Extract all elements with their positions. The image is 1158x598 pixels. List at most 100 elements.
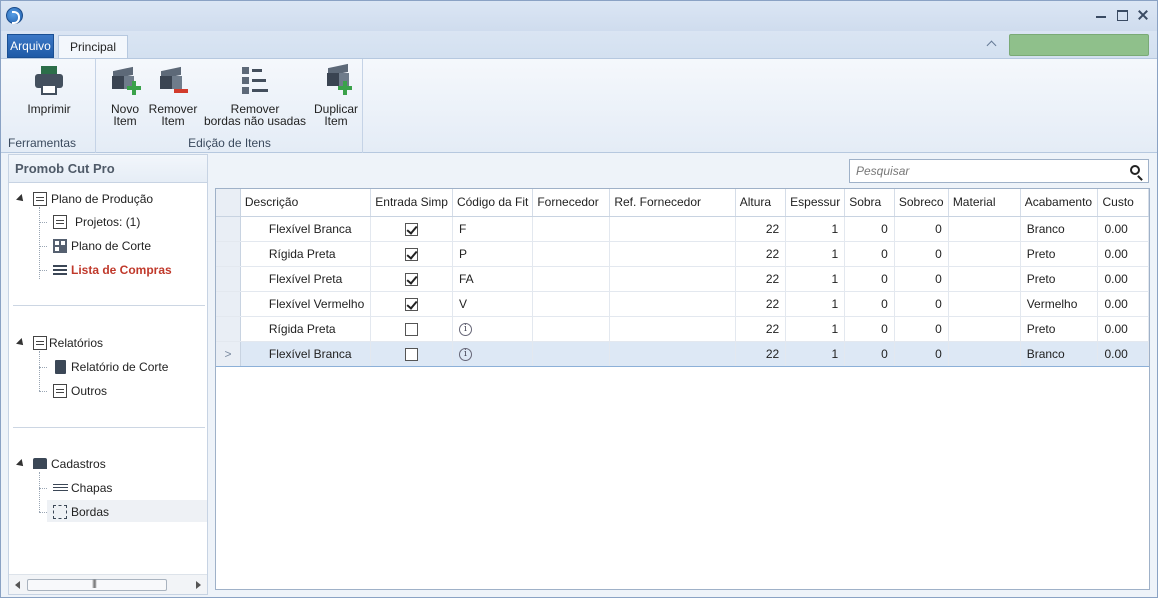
- search-input[interactable]: [854, 161, 1114, 181]
- codigo-cell[interactable]: F: [452, 216, 534, 242]
- checkbox[interactable]: [405, 347, 419, 361]
- altura-cell[interactable]: 22: [735, 216, 787, 242]
- entrada-checkbox-cell[interactable]: [370, 241, 453, 267]
- desc-cell[interactable]: Flexível Vermelho: [240, 291, 372, 317]
- desc-cell[interactable]: Flexível Branca: [240, 216, 372, 242]
- custo-cell[interactable]: 0.00: [1097, 340, 1149, 367]
- altura-cell[interactable]: 22: [735, 316, 787, 342]
- fornecedor-cell[interactable]: [532, 241, 611, 267]
- custo-cell[interactable]: 0.00: [1097, 291, 1149, 317]
- material-cell[interactable]: [948, 291, 1021, 317]
- table-row[interactable]: Rígida Preta i 22 1 0 0 Preto 0.00: [216, 316, 1149, 342]
- sobreco-cell[interactable]: 0: [894, 291, 949, 317]
- entrada-checkbox-cell[interactable]: [370, 266, 453, 292]
- codigo-cell[interactable]: FA: [452, 266, 534, 292]
- espessura-cell[interactable]: 1: [785, 266, 846, 292]
- column-header[interactable]: Sobreco: [894, 189, 949, 217]
- acabamento-cell[interactable]: Preto: [1020, 316, 1099, 342]
- duplicate-item-button[interactable]: Duplicar Item: [311, 63, 361, 127]
- ref-cell[interactable]: [609, 340, 736, 367]
- desc-cell[interactable]: Flexível Preta: [240, 266, 372, 292]
- fornecedor-cell[interactable]: [532, 291, 611, 317]
- row-header[interactable]: >: [216, 340, 241, 367]
- tree-item-bordas[interactable]: Bordas: [53, 502, 203, 522]
- expand-arrow-icon[interactable]: [16, 459, 26, 469]
- fornecedor-cell[interactable]: [532, 266, 611, 292]
- codigo-cell[interactable]: V: [452, 291, 534, 317]
- acabamento-cell[interactable]: Preto: [1020, 266, 1099, 292]
- altura-cell[interactable]: 22: [735, 291, 787, 317]
- sobreco-cell[interactable]: 0: [894, 241, 949, 267]
- acabamento-cell[interactable]: Branco: [1020, 216, 1099, 242]
- remove-item-button[interactable]: Remover Item: [147, 65, 199, 127]
- table-row[interactable]: Rígida Preta P 22 1 0 0 Preto 0.00: [216, 241, 1149, 267]
- custo-cell[interactable]: 0.00: [1097, 216, 1149, 242]
- remove-unused-edges-button[interactable]: Remover bordas não usadas: [203, 65, 307, 127]
- column-header[interactable]: Fornecedor: [532, 189, 611, 217]
- ref-cell[interactable]: [609, 291, 736, 317]
- ref-cell[interactable]: [609, 266, 736, 292]
- tree-node-relatorios[interactable]: Relatórios: [16, 333, 197, 353]
- material-cell[interactable]: [948, 266, 1021, 292]
- scroll-right-icon[interactable]: [196, 581, 201, 589]
- row-header[interactable]: [216, 266, 241, 292]
- tree-node-cadastros[interactable]: Cadastros: [16, 454, 197, 474]
- column-header[interactable]: Sobra: [844, 189, 895, 217]
- espessura-cell[interactable]: 1: [785, 316, 846, 342]
- fornecedor-cell[interactable]: [532, 216, 611, 242]
- tree-item-outros[interactable]: Outros: [53, 381, 203, 401]
- altura-cell[interactable]: 22: [735, 241, 787, 267]
- fornecedor-cell[interactable]: [532, 316, 611, 342]
- sobra-cell[interactable]: 0: [844, 340, 895, 367]
- row-header[interactable]: [216, 291, 241, 317]
- expand-arrow-icon[interactable]: [16, 194, 26, 204]
- tree-item-relatorio-corte[interactable]: Relatório de Corte: [53, 357, 203, 377]
- sobreco-cell[interactable]: 0: [894, 216, 949, 242]
- checkbox[interactable]: [405, 272, 419, 286]
- espessura-cell[interactable]: 1: [785, 291, 846, 317]
- row-header[interactable]: [216, 216, 241, 242]
- altura-cell[interactable]: 22: [735, 266, 787, 292]
- espessura-cell[interactable]: 1: [785, 241, 846, 267]
- row-header[interactable]: [216, 241, 241, 267]
- tree-item-plano-corte[interactable]: Plano de Corte: [53, 236, 203, 256]
- custo-cell[interactable]: 0.00: [1097, 316, 1149, 342]
- app-logo-icon[interactable]: [6, 7, 23, 24]
- acabamento-cell[interactable]: Vermelho: [1020, 291, 1099, 317]
- column-header[interactable]: Acabamento: [1020, 189, 1099, 217]
- desc-cell[interactable]: Rígida Preta: [240, 241, 372, 267]
- ref-cell[interactable]: [609, 241, 736, 267]
- tree-node-plano-producao[interactable]: Plano de Produção: [16, 189, 197, 209]
- checkbox[interactable]: [405, 247, 419, 261]
- print-button[interactable]: Imprimir: [23, 65, 75, 115]
- codigo-cell[interactable]: P: [452, 241, 534, 267]
- maximize-icon[interactable]: [1116, 8, 1128, 22]
- entrada-checkbox-cell[interactable]: [370, 216, 453, 242]
- entrada-checkbox-cell[interactable]: [370, 291, 453, 317]
- checkbox[interactable]: [405, 322, 419, 336]
- sobreco-cell[interactable]: 0: [894, 316, 949, 342]
- column-header[interactable]: Material: [948, 189, 1021, 217]
- material-cell[interactable]: [948, 216, 1021, 242]
- scroll-left-icon[interactable]: [15, 581, 20, 589]
- ref-cell[interactable]: [609, 316, 736, 342]
- sobra-cell[interactable]: 0: [844, 316, 895, 342]
- checkbox[interactable]: [405, 297, 419, 311]
- fornecedor-cell[interactable]: [532, 340, 611, 367]
- sobra-cell[interactable]: 0: [844, 266, 895, 292]
- espessura-cell[interactable]: 1: [785, 340, 846, 367]
- ref-cell[interactable]: [609, 216, 736, 242]
- column-header[interactable]: Espessur: [785, 189, 846, 217]
- tree-item-lista-compras[interactable]: Lista de Compras: [53, 260, 203, 280]
- sobreco-cell[interactable]: 0: [894, 340, 949, 367]
- tree-item-projetos[interactable]: Projetos: (1): [53, 212, 203, 232]
- search-icon[interactable]: [1130, 165, 1140, 175]
- column-header[interactable]: Descrição: [240, 189, 372, 217]
- sobra-cell[interactable]: 0: [844, 216, 895, 242]
- custo-cell[interactable]: 0.00: [1097, 241, 1149, 267]
- checkbox[interactable]: [405, 222, 419, 236]
- desc-cell[interactable]: Rígida Preta: [240, 316, 372, 342]
- new-item-button[interactable]: Novo Item: [106, 65, 144, 127]
- entrada-checkbox-cell[interactable]: [370, 340, 453, 367]
- table-row[interactable]: Flexível Vermelho V 22 1 0 0 Vermelho 0.00: [216, 291, 1149, 317]
